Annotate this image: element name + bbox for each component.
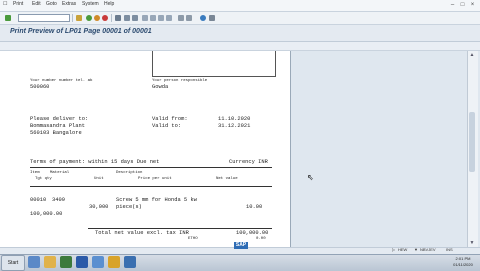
row-price: 10.00: [246, 204, 263, 210]
start-button[interactable]: Start: [1, 255, 25, 271]
taskbar: [0, 254, 480, 271]
total-sub-label: ETHO: [188, 237, 198, 241]
scroll-down-icon[interactable]: ▼: [468, 240, 476, 246]
sap-logo: SAP: [234, 242, 248, 249]
row-item: 00010: [30, 197, 47, 203]
row-net-value: 100,000.00: [30, 211, 63, 217]
enter-icon[interactable]: [5, 15, 11, 21]
minimize-icon[interactable]: –: [448, 1, 457, 9]
scrollbar-thumb[interactable]: [469, 112, 475, 172]
exit-icon[interactable]: [94, 15, 100, 21]
system-clock: 2:01 PM 01/11/2020: [448, 256, 478, 268]
command-field[interactable]: [18, 14, 70, 22]
folder-icon[interactable]: [44, 256, 56, 268]
customize-layout-icon[interactable]: [209, 15, 215, 21]
scroll-up-icon[interactable]: ▲: [468, 52, 476, 58]
col-net-value: Net value: [216, 177, 238, 181]
sender-value-left: 500060: [30, 84, 50, 90]
total-sub-value: 0.00: [256, 237, 266, 241]
save-icon[interactable]: [76, 15, 82, 21]
status-dropdown-icon[interactable]: ▼: [414, 247, 418, 252]
terms-of-payment: Terms of payment: within 15 days Due net: [30, 159, 160, 165]
row-quantity: 30,000: [89, 204, 109, 210]
toolbar-separator: [111, 14, 112, 22]
toolbar-separator: [72, 14, 73, 22]
next-page-icon[interactable]: [158, 15, 164, 21]
back-icon[interactable]: [86, 15, 92, 21]
menu-edit[interactable]: Edit: [32, 1, 41, 7]
col-unit: Unit: [94, 177, 104, 181]
row-material: 3409: [52, 197, 65, 203]
first-page-icon[interactable]: [142, 15, 148, 21]
window-menu-icon[interactable]: ☐: [3, 1, 7, 7]
shortcut-icon[interactable]: [186, 15, 192, 21]
last-page-icon[interactable]: [166, 15, 172, 21]
status-system-icon[interactable]: ▷: [392, 247, 395, 252]
col-description: Description: [116, 171, 143, 175]
sender-address-box: [152, 51, 276, 77]
total-label: Total net value excl. tax INR: [95, 230, 189, 236]
page-title: Print Preview of LP01 Page 00001 of 0000…: [10, 28, 152, 35]
app-icon-2[interactable]: [124, 256, 136, 268]
deliver-heading: Please deliver to:: [30, 116, 89, 122]
previous-page-icon[interactable]: [150, 15, 156, 21]
sender-label-left: Your number number tel. ab: [30, 79, 93, 83]
deliver-line1: Bommasandra Plant: [30, 123, 85, 129]
currency: Currency INR: [229, 159, 268, 165]
col-tgt-qty: Tgt qty: [35, 177, 52, 181]
find-next-icon[interactable]: [132, 15, 138, 21]
status-system: HEW: [398, 247, 408, 252]
total-rule: [88, 228, 272, 229]
valid-to-value: 31.12.2021: [218, 123, 251, 129]
col-item: Item: [30, 171, 40, 175]
close-icon[interactable]: ×: [468, 1, 477, 9]
sap-logon-icon[interactable]: [92, 256, 104, 268]
new-session-icon[interactable]: [178, 15, 184, 21]
valid-to-label: Valid to:: [152, 123, 182, 129]
maximize-icon[interactable]: □: [458, 1, 467, 9]
table-top-rule: [30, 167, 272, 168]
cancel-icon[interactable]: [102, 15, 108, 21]
sender-value-right: Gowda: [152, 84, 169, 90]
valid-from-label: Valid from:: [152, 116, 188, 122]
menu-system[interactable]: System: [82, 1, 99, 7]
app-icon[interactable]: [60, 256, 72, 268]
row-unit: piece(s): [116, 204, 142, 210]
print-icon[interactable]: [115, 15, 121, 21]
table-header-rule: [30, 186, 272, 187]
col-material: Material: [50, 171, 70, 175]
empty-preview-pane: [291, 51, 467, 247]
find-icon[interactable]: [124, 15, 130, 21]
explorer-icon[interactable]: [28, 256, 40, 268]
menu-goto[interactable]: Goto: [46, 1, 57, 7]
menu-help[interactable]: Help: [104, 1, 114, 7]
mouse-cursor-icon: ⇖: [307, 173, 314, 182]
deliver-line2: 560103 Bangalore: [30, 130, 82, 136]
word-icon[interactable]: [76, 256, 88, 268]
sap-gui-icon[interactable]: [108, 256, 120, 268]
valid-from-value: 11.10.2020: [218, 116, 251, 122]
menu-print[interactable]: Print: [13, 1, 23, 7]
status-client: NBVJEV: [420, 247, 436, 252]
total-value: 100,000.00: [236, 230, 269, 236]
status-mode: INS: [446, 247, 453, 252]
sender-label-right: Your person responsible: [152, 79, 208, 83]
menu-extras[interactable]: Extras: [62, 1, 76, 7]
col-price-per-unit: Price per unit: [138, 177, 172, 181]
row-description: Screw 5 mm for Honda 5 kw: [116, 197, 197, 203]
help-icon[interactable]: [200, 15, 206, 21]
clock-date: 01/11/2020: [453, 262, 473, 267]
application-toolbar: [0, 42, 480, 51]
